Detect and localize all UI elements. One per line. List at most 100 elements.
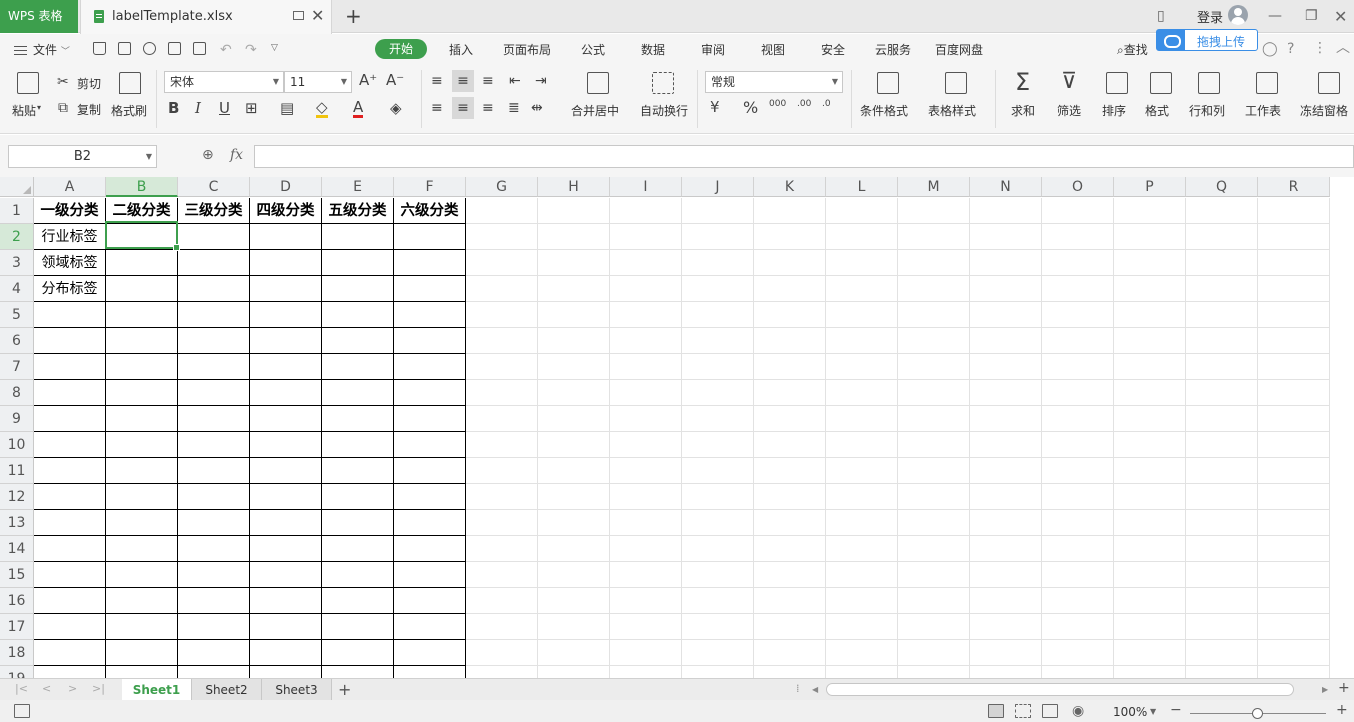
cell-b17[interactable] (106, 614, 178, 640)
cell-c5[interactable] (178, 302, 250, 328)
cut-button[interactable]: 剪切 (77, 75, 101, 92)
cell-p17[interactable] (1114, 614, 1186, 640)
cell-e15[interactable] (322, 562, 394, 588)
currency-icon[interactable]: ¥ (710, 100, 720, 115)
cell-k18[interactable] (754, 640, 826, 666)
cell-h13[interactable] (538, 510, 610, 536)
cell-a17[interactable] (34, 614, 106, 640)
cell-f14[interactable] (394, 536, 466, 562)
tab-cloud-service[interactable]: 云服务 (875, 41, 911, 58)
horizontal-scrollbar[interactable] (826, 683, 1294, 696)
column-header-d[interactable]: D (250, 177, 322, 197)
cell-h5[interactable] (538, 302, 610, 328)
borders-icon[interactable]: ⊞ (245, 101, 258, 116)
cell-d7[interactable] (250, 354, 322, 380)
cell-p2[interactable] (1114, 224, 1186, 250)
cell-n13[interactable] (970, 510, 1042, 536)
cell-k15[interactable] (754, 562, 826, 588)
cell-p11[interactable] (1114, 458, 1186, 484)
row-header-18[interactable]: 18 (0, 640, 34, 666)
decrease-font-icon[interactable]: A⁻ (386, 73, 404, 88)
new-tab-icon[interactable]: + (345, 4, 362, 28)
cell-b2[interactable] (106, 224, 178, 250)
first-sheet-icon[interactable]: |< (15, 682, 28, 695)
cell-j12[interactable] (682, 484, 754, 510)
cell-j10[interactable] (682, 432, 754, 458)
justify-icon[interactable]: ≣ (508, 101, 520, 115)
cell-f1[interactable]: 六级分类 (394, 198, 466, 224)
cell-c11[interactable] (178, 458, 250, 484)
collapse-ribbon-icon[interactable]: ︿ (1336, 41, 1350, 55)
cell-k7[interactable] (754, 354, 826, 380)
cell-j2[interactable] (682, 224, 754, 250)
cell-a13[interactable] (34, 510, 106, 536)
cell-f16[interactable] (394, 588, 466, 614)
cell-m17[interactable] (898, 614, 970, 640)
row-header-6[interactable]: 6 (0, 328, 34, 354)
print-preview-icon[interactable] (193, 42, 206, 55)
normal-view-icon[interactable] (988, 704, 1004, 718)
cell-o2[interactable] (1042, 224, 1114, 250)
number-format-select[interactable]: 常规 ▼ (705, 71, 843, 93)
row-header-10[interactable]: 10 (0, 432, 34, 458)
cell-b15[interactable] (106, 562, 178, 588)
cell-g5[interactable] (466, 302, 538, 328)
column-header-r[interactable]: R (1258, 177, 1330, 197)
cell-l5[interactable] (826, 302, 898, 328)
cell-q14[interactable] (1186, 536, 1258, 562)
freeze-panes-button[interactable]: 冻结窗格 (1300, 102, 1348, 119)
row-header-8[interactable]: 8 (0, 380, 34, 406)
cell-a14[interactable] (34, 536, 106, 562)
cell-a1[interactable]: 一级分类 (34, 198, 106, 224)
cell-q11[interactable] (1186, 458, 1258, 484)
cell-n3[interactable] (970, 250, 1042, 276)
cell-d8[interactable] (250, 380, 322, 406)
percent-icon[interactable]: % (743, 100, 758, 116)
cell-e2[interactable] (322, 224, 394, 250)
paste-button[interactable]: 粘贴 (12, 102, 36, 119)
zoom-in-icon[interactable]: + (1336, 703, 1348, 717)
cell-i5[interactable] (610, 302, 682, 328)
cell-p4[interactable] (1114, 276, 1186, 302)
cell-n1[interactable] (970, 198, 1042, 224)
cell-a8[interactable] (34, 380, 106, 406)
cell-p12[interactable] (1114, 484, 1186, 510)
cell-q7[interactable] (1186, 354, 1258, 380)
cell-j17[interactable] (682, 614, 754, 640)
cell-d19[interactable] (250, 666, 322, 678)
cell-o19[interactable] (1042, 666, 1114, 678)
cell-l15[interactable] (826, 562, 898, 588)
cell-r2[interactable] (1258, 224, 1330, 250)
cell-a3[interactable]: 领域标签 (34, 250, 106, 276)
cell-j1[interactable] (682, 198, 754, 224)
cell-g7[interactable] (466, 354, 538, 380)
cell-p9[interactable] (1114, 406, 1186, 432)
cell-j6[interactable] (682, 328, 754, 354)
zoom-search-icon[interactable]: ⊕ (202, 147, 214, 163)
cell-a16[interactable] (34, 588, 106, 614)
cell-p8[interactable] (1114, 380, 1186, 406)
cell-m12[interactable] (898, 484, 970, 510)
cell-m14[interactable] (898, 536, 970, 562)
cell-d16[interactable] (250, 588, 322, 614)
cell-l3[interactable] (826, 250, 898, 276)
add-sheet-icon[interactable]: + (338, 679, 351, 701)
cell-o13[interactable] (1042, 510, 1114, 536)
sheet-tab-1[interactable]: Sheet1 (122, 679, 192, 701)
cell-l11[interactable] (826, 458, 898, 484)
cell-l9[interactable] (826, 406, 898, 432)
cell-f4[interactable] (394, 276, 466, 302)
cell-g12[interactable] (466, 484, 538, 510)
cell-d12[interactable] (250, 484, 322, 510)
tab-security[interactable]: 安全 (821, 41, 845, 58)
cell-f11[interactable] (394, 458, 466, 484)
cell-k19[interactable] (754, 666, 826, 678)
increase-decimal-icon[interactable]: .00 (797, 100, 811, 109)
row-header-13[interactable]: 13 (0, 510, 34, 536)
cell-a9[interactable] (34, 406, 106, 432)
cell-a19[interactable] (34, 666, 106, 678)
format-button[interactable]: 格式 (1145, 102, 1169, 119)
row-header-4[interactable]: 4 (0, 276, 34, 302)
zoom-level[interactable]: 100% (1113, 705, 1147, 719)
font-size-select[interactable]: 11 ▼ (284, 71, 352, 93)
